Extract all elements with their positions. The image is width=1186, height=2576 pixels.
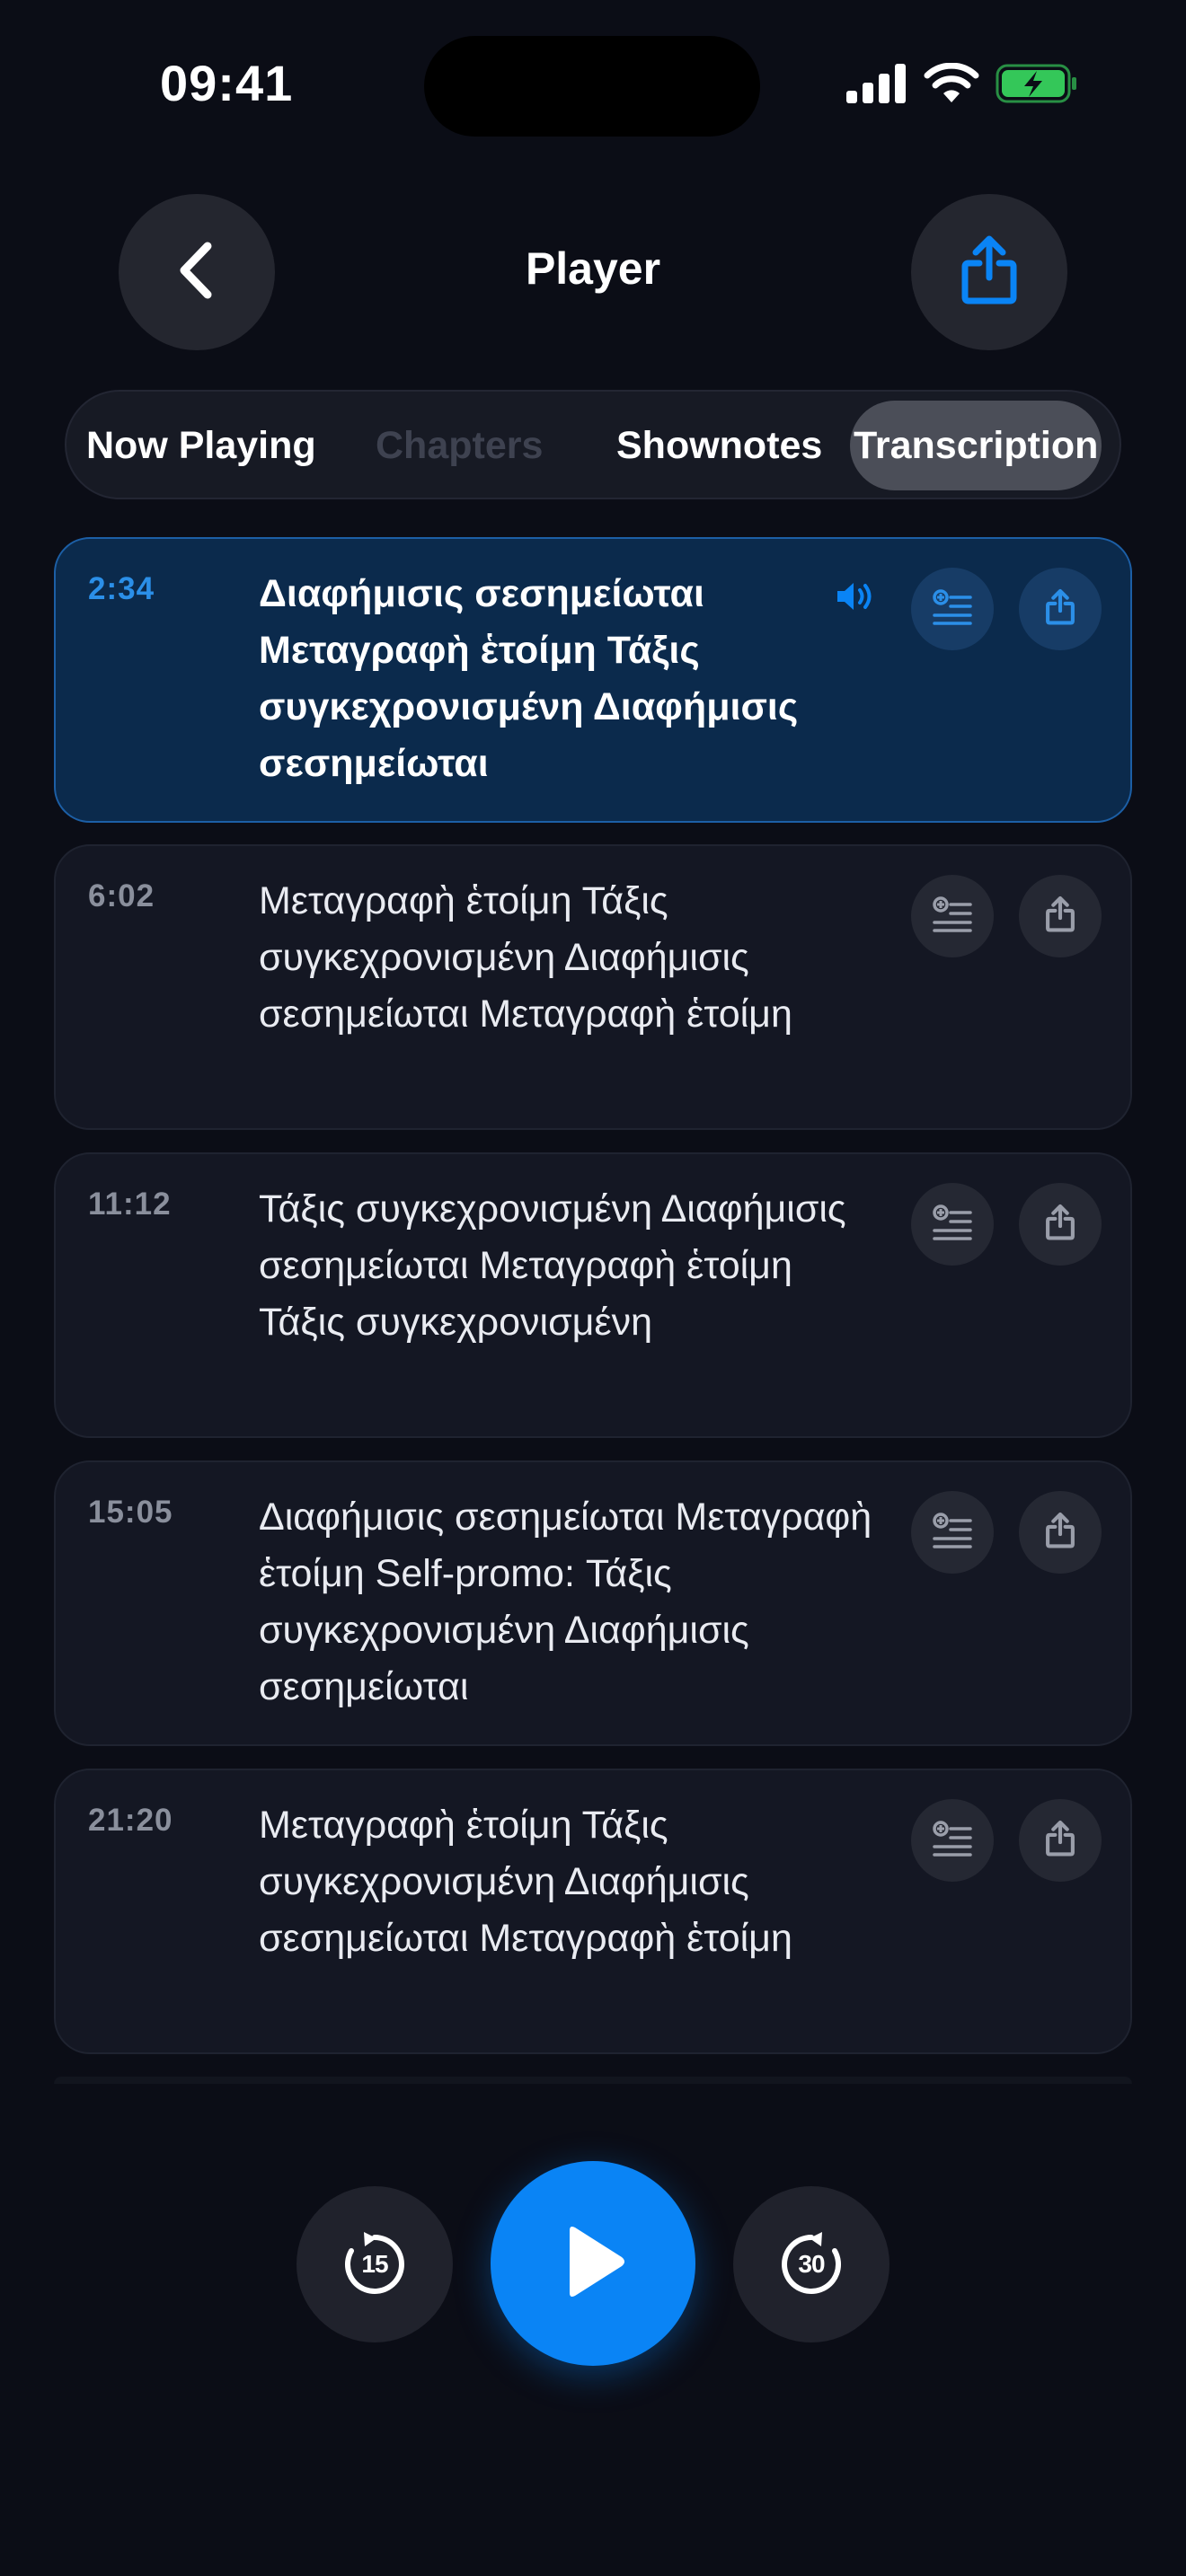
segment-share-button[interactable] (1019, 568, 1102, 650)
segment-timestamp[interactable]: 21:20 (88, 1803, 173, 1839)
next-segment-edge (54, 2077, 1132, 2084)
segment-timestamp[interactable]: 11:12 (88, 1187, 172, 1222)
add-note-button[interactable] (911, 1491, 994, 1574)
battery-charging-icon (996, 63, 1078, 109)
add-note-button[interactable] (911, 1183, 994, 1266)
share-button[interactable] (911, 194, 1067, 350)
add-note-icon (933, 895, 972, 937)
transcript-segment[interactable]: 6:02 Μεταγραφὴ ἑτοίμη Τάξις συγκεχρονισμ… (54, 844, 1132, 1130)
tab-now-playing[interactable]: Now Playing (86, 401, 316, 490)
tab-shownotes[interactable]: Shownotes (616, 401, 822, 490)
segment-text: Διαφήμισις σεσημείωται Μεταγραφὴ ἑτοίμη … (259, 1495, 872, 1708)
share-icon (1044, 1204, 1076, 1246)
skip-back-label: 15 (361, 2250, 388, 2278)
segment-text: Διαφήμισις σεσημείωται Μεταγραφὴ ἑτοίμη … (259, 572, 799, 785)
share-icon (1044, 588, 1076, 631)
segment-timestamp[interactable]: 15:05 (88, 1495, 173, 1531)
segment-share-button[interactable] (1019, 1183, 1102, 1266)
segment-timestamp[interactable]: 2:34 (88, 571, 155, 607)
segment-share-button[interactable] (1019, 1799, 1102, 1882)
tab-transcription[interactable]: Transcription (850, 401, 1102, 490)
tab-bar: Now Playing Chapters Shownotes Transcrip… (65, 390, 1121, 499)
share-icon (958, 234, 1021, 311)
skip-forward-button[interactable]: 30 (733, 2186, 890, 2342)
add-note-button[interactable] (911, 568, 994, 650)
cellular-signal-icon (846, 64, 907, 108)
transcript-segment[interactable]: 11:12 Τάξις συγκεχρονισμένη Διαφήμισις σ… (54, 1152, 1132, 1438)
tab-chapters[interactable]: Chapters (376, 401, 543, 490)
share-icon (1044, 1820, 1076, 1862)
add-note-icon (933, 588, 972, 630)
segment-share-button[interactable] (1019, 1491, 1102, 1574)
segment-timestamp[interactable]: 6:02 (88, 878, 155, 914)
add-note-button[interactable] (911, 1799, 994, 1882)
skip-back-icon: 15 (341, 2230, 409, 2298)
skip-forward-icon: 30 (777, 2230, 845, 2298)
play-button[interactable] (491, 2161, 695, 2366)
status-time: 09:41 (160, 55, 294, 111)
skip-forward-label: 30 (798, 2250, 825, 2278)
segment-text: Τάξις συγκεχρονισμένη Διαφήμισις σεσημεί… (259, 1187, 846, 1344)
add-note-button[interactable] (911, 875, 994, 957)
status-bar: 09:41 (0, 0, 1186, 171)
transcript-segment[interactable]: 15:05 Διαφήμισις σεσημείωται Μεταγραφὴ ἑ… (54, 1460, 1132, 1746)
add-note-icon (933, 1820, 972, 1861)
speaker-playing-icon (836, 578, 879, 619)
transcript-segment[interactable]: 21:20 Μεταγραφὴ ἑτοίμη Τάξις συγκεχρονισ… (54, 1769, 1132, 2054)
status-icons (846, 62, 1078, 109)
play-icon (557, 2223, 629, 2305)
share-icon (1044, 1512, 1076, 1554)
share-icon (1044, 895, 1076, 938)
add-note-icon (933, 1204, 972, 1245)
transcript-segment[interactable]: 2:34 Διαφήμισις σεσημείωται Μεταγραφὴ ἑτ… (54, 537, 1132, 823)
skip-back-button[interactable]: 15 (296, 2186, 453, 2342)
add-note-icon (933, 1512, 972, 1553)
segment-text: Μεταγραφὴ ἑτοίμη Τάξις συγκεχρονισμένη Δ… (259, 879, 792, 1036)
segment-share-button[interactable] (1019, 875, 1102, 957)
segment-text: Μεταγραφὴ ἑτοίμη Τάξις συγκεχρονισμένη Δ… (259, 1804, 792, 1960)
dynamic-island (424, 36, 760, 137)
wifi-icon (924, 62, 979, 109)
